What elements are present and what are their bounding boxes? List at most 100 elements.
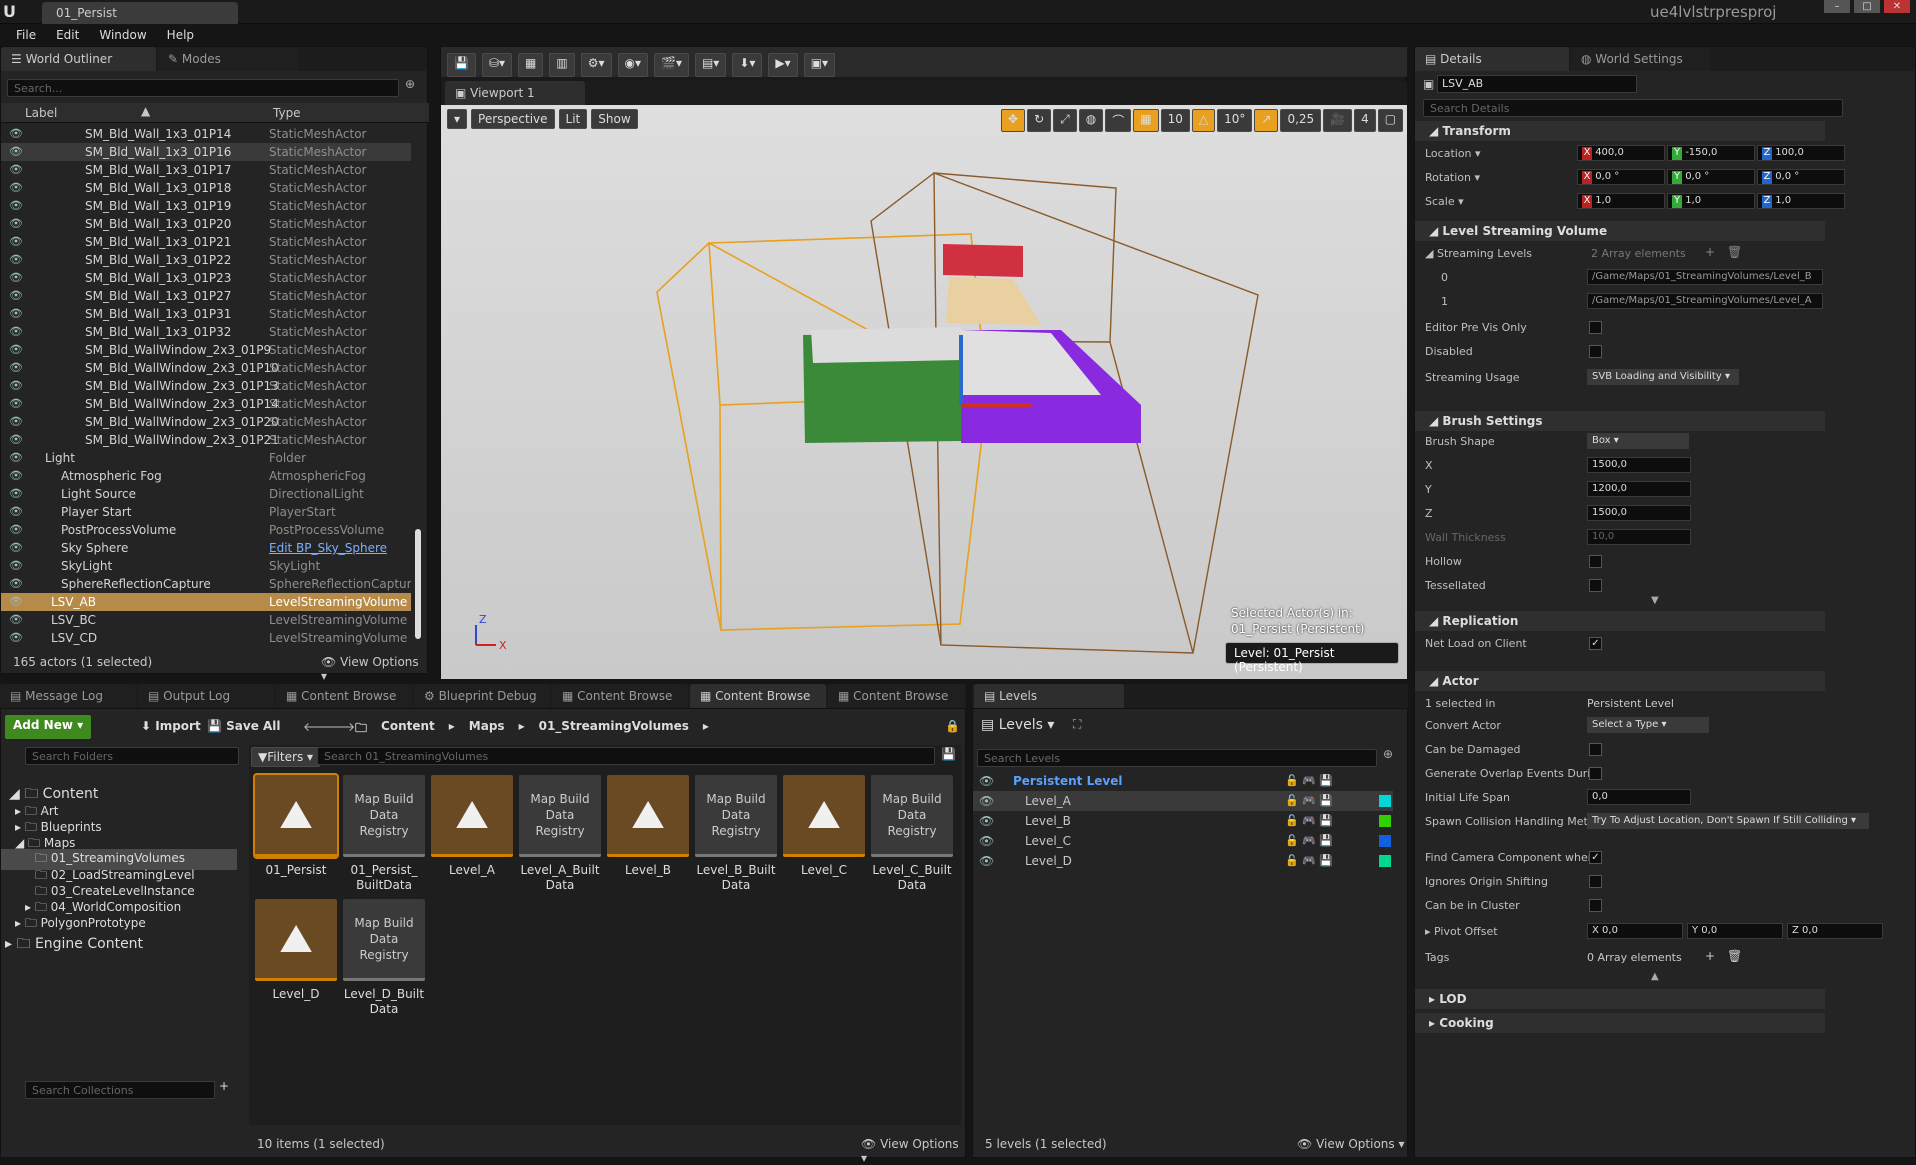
outliner-scrollbar[interactable] xyxy=(415,529,421,639)
outliner-row[interactable]: 👁 SM_Bld_WallWindow_2x3_01P21 StaticMeshAc… xyxy=(1,431,411,449)
lock-icon[interactable]: 🔒 xyxy=(945,719,960,733)
visibility-eye-icon[interactable]: 👁 xyxy=(9,467,23,485)
add-collection-icon[interactable]: + xyxy=(219,1079,229,1093)
build-data-asset[interactable]: Map Build Data Registry 01_Persist_ Built… xyxy=(343,775,425,893)
perspective-button[interactable]: Perspective xyxy=(471,109,555,129)
outliner-row[interactable]: 👁 SM_Bld_Wall_1x3_01P19 StaticMeshActor xyxy=(1,197,411,215)
outliner-row[interactable]: 👁 Player Start PlayerStart xyxy=(1,503,411,521)
tessellated-checkbox[interactable] xyxy=(1589,579,1602,592)
outliner-row[interactable]: 👁 SM_Bld_Wall_1x3_01P18 StaticMeshActor xyxy=(1,179,411,197)
rotation-x[interactable]: X 0,0 ° xyxy=(1577,169,1665,185)
outliner-row[interactable]: 👁 LSV_BC LevelStreamingVolume xyxy=(1,611,411,629)
tab-world-settings[interactable]: ◍ World Settings xyxy=(1571,47,1711,71)
search-assets-input[interactable]: Search 01_StreamingVolumes xyxy=(317,747,935,765)
add-filter-icon[interactable]: ⊕ xyxy=(405,77,415,91)
visibility-eye-icon[interactable]: 👁 xyxy=(9,251,23,269)
trash-icon[interactable]: 🗑 xyxy=(1727,949,1742,963)
build-data-asset[interactable]: Map Build Data Registry Level_B_Built Dat… xyxy=(695,775,777,893)
pivot-y[interactable]: Y 0,0 xyxy=(1687,923,1783,939)
tab-details[interactable]: ▤ Details xyxy=(1415,47,1569,71)
outliner-row[interactable]: 👁 SM_Bld_Wall_1x3_01P27 StaticMeshActor xyxy=(1,287,411,305)
surface-snap-icon[interactable]: ⌒ xyxy=(1105,109,1132,132)
launch-icon[interactable]: ▣▾ xyxy=(803,53,836,77)
visibility-eye-icon[interactable]: 👁 xyxy=(9,287,23,305)
can-be-damaged-checkbox[interactable] xyxy=(1589,743,1602,756)
outliner-row[interactable]: 👁 SM_Bld_Wall_1x3_01P14 StaticMeshActor xyxy=(1,125,411,143)
grid-size[interactable]: 10 xyxy=(1160,109,1190,132)
category-cooking[interactable]: ▸ Cooking xyxy=(1415,1013,1825,1033)
map-asset[interactable]: ⛰ Level_C xyxy=(783,775,865,878)
visibility-eye-icon[interactable]: 👁 xyxy=(9,485,23,503)
map-asset[interactable]: ⛰ Level_B xyxy=(607,775,689,878)
tab-modes[interactable]: ✎ Modes xyxy=(158,47,298,71)
content-view-options[interactable]: 👁 View Options ▾ xyxy=(861,1137,965,1165)
location-label[interactable]: Location ▾ xyxy=(1425,147,1481,160)
editor-pre-vis-checkbox[interactable] xyxy=(1589,321,1602,334)
scale-snap-icon[interactable]: ↗ xyxy=(1254,109,1279,132)
rotation-label[interactable]: Rotation ▾ xyxy=(1425,171,1480,184)
visibility-eye-icon[interactable]: 👁 xyxy=(9,575,23,593)
col-label[interactable]: Label xyxy=(25,106,57,120)
outliner-row[interactable]: 👁 SM_Bld_WallWindow_2x3_01P20 StaticMeshAc… xyxy=(1,413,411,431)
outliner-row[interactable]: 👁 SM_Bld_WallWindow_2x3_01P14 StaticMeshAc… xyxy=(1,395,411,413)
document-tab[interactable]: 01_Persist xyxy=(42,2,238,24)
show-button[interactable]: Show xyxy=(591,109,638,129)
outliner-view-options[interactable]: 👁 View Options ▾ xyxy=(321,655,427,683)
outliner-row[interactable]: 👁 PostProcessVolume PostProcessVolume xyxy=(1,521,411,539)
visibility-eye-icon[interactable]: 👁 xyxy=(9,413,23,431)
map-asset[interactable]: ⛰ Level_A xyxy=(431,775,513,878)
visibility-eye-icon[interactable]: 👁 xyxy=(9,161,23,179)
expand-advanced-icon[interactable]: ▼ xyxy=(1651,595,1659,606)
visibility-eye-icon[interactable]: 👁 xyxy=(9,215,23,233)
translate-icon[interactable]: ✥ xyxy=(1001,109,1026,132)
category-replication[interactable]: ◢ Replication xyxy=(1415,611,1825,631)
marketplace-icon[interactable]: ▥ xyxy=(549,53,575,77)
scale-z[interactable]: Z 1,0 xyxy=(1757,193,1845,209)
play-icon[interactable]: ▶▾ xyxy=(768,53,798,77)
outliner-row[interactable]: 👁 SM_Bld_Wall_1x3_01P22 StaticMeshActor xyxy=(1,251,411,269)
tab-content-browser-4[interactable]: ▦ Content Browse xyxy=(828,684,964,708)
menu-file[interactable]: File xyxy=(8,26,44,46)
viewport-menu-icon[interactable]: ▾ xyxy=(447,109,468,129)
find-camera-checkbox[interactable]: ✓ xyxy=(1589,851,1602,864)
rotation-z[interactable]: Z 0,0 ° xyxy=(1757,169,1845,185)
streaming-level-1[interactable]: /Game/Maps/01_StreamingVolumes/Level_A xyxy=(1587,293,1823,309)
visibility-eye-icon[interactable]: 👁 xyxy=(979,831,994,851)
location-x[interactable]: X 400,0 xyxy=(1577,145,1665,161)
visibility-eye-icon[interactable]: 👁 xyxy=(979,811,994,831)
visibility-eye-icon[interactable]: 👁 xyxy=(9,323,23,341)
search-folders-input[interactable]: Search Folders xyxy=(25,747,239,765)
outliner-row[interactable]: 👁 SM_Bld_Wall_1x3_01P31 StaticMeshActor xyxy=(1,305,411,323)
build-icon[interactable]: ▤▾ xyxy=(694,53,727,77)
outliner-row-type[interactable]: Edit BP_Sky_Sphere xyxy=(269,539,387,557)
compile-icon[interactable]: ⬇▾ xyxy=(732,53,763,77)
crumb-content[interactable]: Content xyxy=(381,719,435,740)
ignores-origin-checkbox[interactable] xyxy=(1589,875,1602,888)
brush-x-input[interactable]: 1500,0 xyxy=(1587,457,1691,473)
visibility-eye-icon[interactable]: 👁 xyxy=(979,771,994,791)
visibility-eye-icon[interactable]: 👁 xyxy=(9,305,23,323)
tab-content-browser-2[interactable]: ▦ Content Browse xyxy=(552,684,688,708)
filters-button[interactable]: ▼Filters ▾ xyxy=(251,747,321,767)
outliner-row[interactable]: 👁 Light Folder xyxy=(1,449,411,467)
outliner-row[interactable]: 👁 SM_Bld_Wall_1x3_01P23 StaticMeshActor xyxy=(1,269,411,287)
tab-world-outliner[interactable]: ☰ World Outliner xyxy=(1,47,156,71)
disabled-checkbox[interactable] xyxy=(1589,345,1602,358)
brush-y-input[interactable]: 1200,0 xyxy=(1587,481,1691,497)
visibility-eye-icon[interactable]: 👁 xyxy=(9,521,23,539)
blueprints-icon[interactable]: ◉▾ xyxy=(617,53,648,77)
category-actor[interactable]: ◢ Actor xyxy=(1415,671,1825,691)
close-icon[interactable]: ✕ xyxy=(1884,0,1910,13)
rotate-icon[interactable]: ↻ xyxy=(1027,109,1052,132)
map-asset[interactable]: ⛰ 01_Persist xyxy=(253,773,339,878)
save-icon[interactable]: 💾 xyxy=(447,53,476,77)
outliner-search-input[interactable]: Search... xyxy=(7,79,399,97)
visibility-eye-icon[interactable]: 👁 xyxy=(9,449,23,467)
import-button[interactable]: ⬇ Import xyxy=(141,719,201,733)
visibility-eye-icon[interactable]: 👁 xyxy=(9,611,23,629)
visibility-eye-icon[interactable]: 👁 xyxy=(9,359,23,377)
level-color-swatch[interactable] xyxy=(1379,855,1391,867)
hollow-checkbox[interactable] xyxy=(1589,555,1602,568)
visibility-eye-icon[interactable]: 👁 xyxy=(9,269,23,287)
category-transform[interactable]: ◢ Transform xyxy=(1415,121,1825,141)
